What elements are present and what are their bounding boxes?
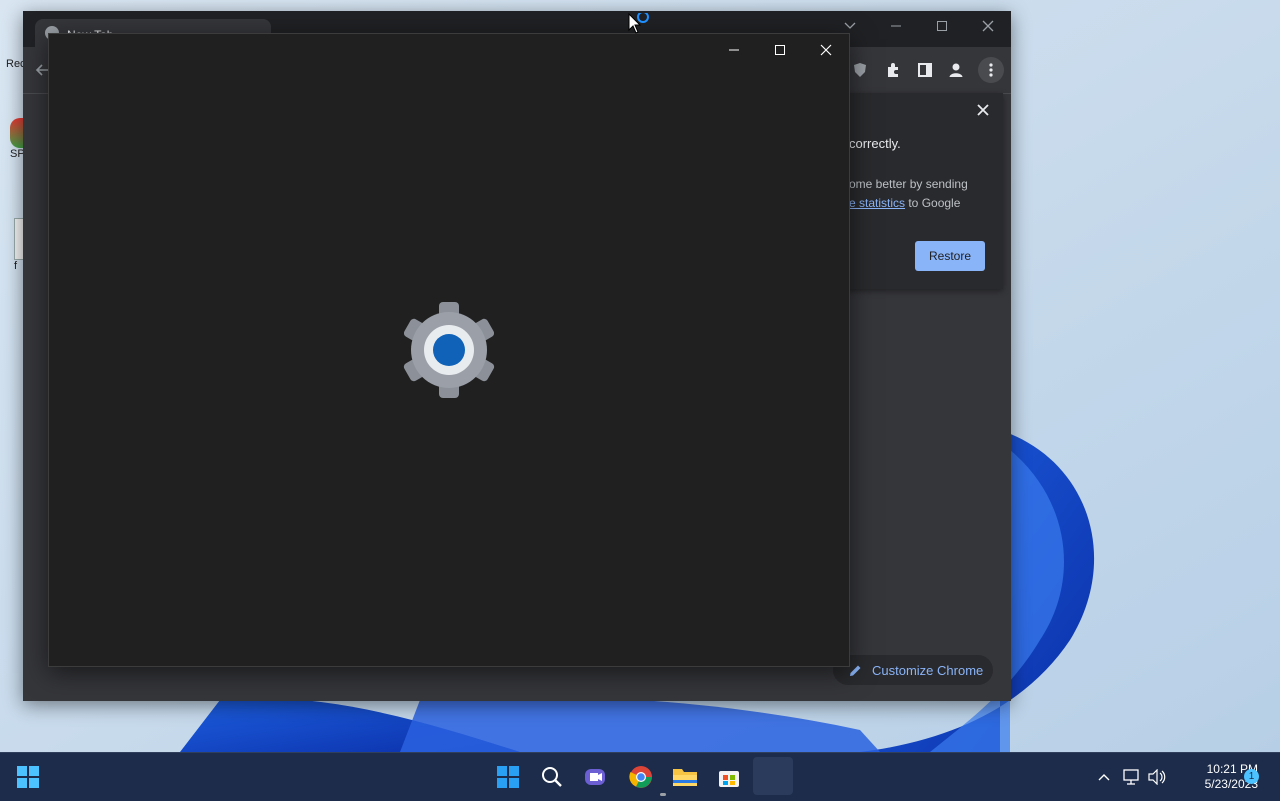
maximize-icon	[775, 45, 785, 55]
file-explorer-button[interactable]	[671, 763, 699, 791]
chrome-running-indicator	[660, 793, 666, 796]
minimize-icon	[729, 49, 739, 51]
pencil-icon	[850, 665, 861, 676]
folder-icon	[673, 769, 697, 786]
settings-maximize-button[interactable]	[757, 34, 803, 66]
ublock-extension-button[interactable]	[849, 59, 871, 81]
windows-logo-icon	[17, 766, 39, 788]
usage-statistics-link[interactable]: e statistics	[849, 196, 905, 210]
search-icon	[542, 767, 562, 787]
profile-button[interactable]	[945, 59, 967, 81]
store-icon	[719, 771, 739, 787]
show-hidden-icons-button[interactable]	[1092, 763, 1116, 791]
microsoft-store-button[interactable]	[715, 763, 743, 791]
settings-minimize-button[interactable]	[711, 34, 757, 66]
volume-button[interactable]	[1145, 763, 1169, 791]
maximize-icon	[937, 21, 947, 31]
start-button-center[interactable]	[494, 763, 522, 791]
ublock-shield-icon	[854, 63, 866, 77]
chrome-minimize-button[interactable]	[873, 11, 919, 41]
network-icon	[1123, 769, 1139, 785]
side-panel-button[interactable]	[914, 59, 936, 81]
restore-button[interactable]: Restore	[915, 241, 985, 271]
extensions-button[interactable]	[882, 59, 904, 81]
settings-window	[48, 33, 850, 667]
chrome-maximize-button[interactable]	[919, 11, 965, 41]
network-button[interactable]	[1120, 763, 1144, 791]
restore-description: ome better by sending e statistics to Go…	[849, 175, 968, 213]
taskbar: 10:21 PM 5/23/2023 1	[0, 752, 1280, 801]
desktop-icon-label: f	[14, 260, 18, 272]
chevron-up-icon	[1098, 774, 1110, 781]
puzzle-icon	[888, 63, 898, 77]
mouse-cursor	[628, 11, 654, 40]
close-icon	[977, 104, 989, 116]
customize-chrome-button[interactable]: Customize Chrome	[833, 655, 993, 685]
minimize-icon	[891, 25, 901, 27]
search-button[interactable]	[538, 763, 566, 791]
restore-text-line1: ome better by sending	[849, 177, 968, 191]
chrome-icon	[629, 766, 652, 788]
settings-taskbar-button[interactable]	[753, 757, 793, 795]
person-icon	[949, 63, 963, 77]
notification-badge[interactable]: 1	[1244, 769, 1259, 784]
restore-text-line2: to Google	[905, 196, 961, 210]
close-icon	[820, 44, 832, 56]
teams-chat-button[interactable]	[582, 763, 610, 791]
restore-close-button[interactable]	[977, 103, 993, 119]
restore-pages-bubble: correctly. ome better by sending e stati…	[831, 93, 1003, 289]
settings-gear-icon	[403, 302, 495, 398]
restore-heading: correctly.	[849, 136, 901, 151]
arrow-left-icon	[35, 64, 48, 76]
side-panel-icon	[918, 63, 932, 77]
start-button[interactable]	[14, 763, 42, 791]
customize-label: Customize Chrome	[872, 662, 984, 678]
windows-logo-icon	[497, 766, 519, 788]
settings-close-button[interactable]	[803, 34, 849, 66]
close-icon	[982, 20, 994, 32]
speaker-icon	[1148, 769, 1166, 785]
chrome-close-button[interactable]	[965, 11, 1011, 41]
chrome-taskbar-button[interactable]	[627, 763, 655, 791]
more-vert-icon	[989, 63, 993, 77]
chrome-menu-button[interactable]	[978, 57, 1004, 83]
video-chat-icon	[585, 769, 605, 785]
chevron-down-icon	[844, 22, 856, 29]
cursor-arrow-icon	[628, 11, 649, 34]
